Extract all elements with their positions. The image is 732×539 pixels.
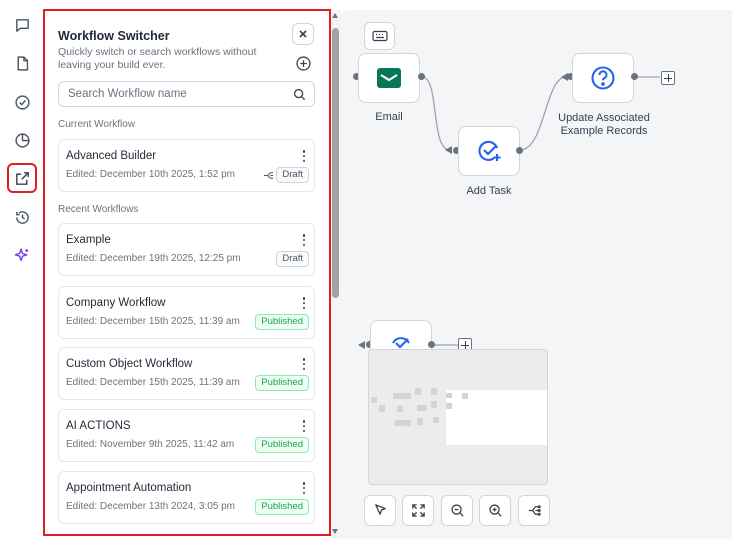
minimap[interactable] — [368, 349, 548, 485]
workflow-edited: Edited: December 19th 2025, 12:25 pm — [66, 253, 241, 264]
chat-button[interactable] — [7, 10, 37, 40]
recent-workflow-card[interactable]: Company Workflow Edited: December 15th 2… — [58, 286, 315, 339]
workflow-name: Advanced Builder — [66, 150, 157, 162]
sparkles-icon — [14, 247, 28, 261]
document-icon — [17, 55, 28, 71]
recent-workflow-card[interactable]: Example Edited: December 19th 2025, 12:2… — [58, 223, 315, 276]
workflow-name: Company Workflow — [66, 297, 166, 309]
more-options-icon[interactable] — [300, 233, 308, 247]
workflow-edited: Edited: December 15th 2025, 11:39 am — [66, 377, 240, 388]
recent-workflow-card[interactable]: Appointment Automation Edited: December … — [58, 471, 315, 524]
search-icon[interactable] — [293, 88, 306, 101]
update-node-label: Update Associated Example Records — [548, 112, 660, 138]
search-box — [58, 81, 315, 107]
recent-workflow-card[interactable]: Custom Object Workflow Edited: December … — [58, 347, 315, 400]
workflow-edited: Edited: December 15th 2025, 11:39 am — [66, 316, 240, 327]
node-port[interactable] — [418, 73, 425, 80]
workflow-edited: Edited: November 9th 2025, 11:42 am — [66, 439, 235, 450]
history-icon — [15, 210, 29, 224]
check-button[interactable] — [7, 87, 37, 117]
zoom-in-button[interactable] — [479, 495, 511, 526]
workflow-name: Appointment Automation — [66, 482, 192, 494]
zoom-out-button[interactable] — [441, 495, 473, 526]
node-port[interactable] — [516, 147, 523, 154]
workflow-name: AI ACTIONS — [66, 420, 131, 432]
add-circle-icon — [295, 55, 311, 71]
scrollbar-thumb[interactable] — [332, 28, 339, 298]
scroll-up-icon[interactable] — [332, 13, 338, 18]
add-task-node-label: Add Task — [466, 185, 512, 197]
keyboard-shortcuts-button[interactable] — [364, 22, 395, 50]
workflow-builder: Workflow Switcher Quickly switch or sear… — [0, 0, 732, 539]
expand-icon — [411, 504, 425, 517]
status-badge: Draft — [276, 167, 309, 183]
update-node-label-line1: Update Associated — [558, 112, 650, 124]
workflow-name: Custom Object Workflow — [66, 358, 193, 370]
keyboard-icon — [371, 30, 388, 42]
node-port[interactable] — [428, 341, 435, 348]
external-link-icon — [15, 171, 29, 185]
more-options-icon[interactable] — [300, 481, 308, 495]
more-options-icon[interactable] — [300, 357, 308, 371]
current-workflow-label: Current Workflow — [58, 119, 136, 130]
email-node[interactable] — [358, 53, 420, 103]
chat-icon — [15, 18, 29, 32]
scroll-down-icon[interactable] — [332, 529, 338, 534]
ai-button[interactable] — [7, 240, 37, 270]
fit-view-button[interactable] — [402, 495, 434, 526]
zoom-in-icon — [488, 504, 502, 517]
check-circle-icon — [14, 94, 30, 110]
add-step-button[interactable] — [661, 71, 675, 85]
task-node-partial[interactable] — [370, 320, 432, 349]
workflow-edited: Edited: December 13th 2024, 3:05 pm — [66, 501, 235, 512]
status-badge: Published — [255, 375, 309, 391]
add-task-node[interactable] — [458, 126, 520, 176]
status-badge: Published — [255, 437, 309, 453]
email-icon — [377, 68, 401, 88]
status-badge: Draft — [276, 251, 309, 267]
update-node-label-line2: Example Records — [560, 125, 648, 137]
workflow-switcher-panel: Workflow Switcher Quickly switch or sear… — [43, 9, 331, 536]
workflow-edited: Edited: December 10th 2025, 1:52 pm — [66, 169, 235, 180]
panel-title: Workflow Switcher — [58, 29, 170, 43]
workflow-switcher-button[interactable] — [7, 163, 37, 193]
auto-layout-button[interactable] — [518, 495, 550, 526]
recent-workflows-label: Recent Workflows — [58, 204, 139, 215]
close-icon — [299, 30, 307, 38]
more-options-icon[interactable] — [300, 296, 308, 310]
status-badge: Published — [255, 314, 309, 330]
email-node-label: Email — [375, 111, 403, 123]
panel-subtitle: Quickly switch or search workflows witho… — [58, 46, 257, 71]
status-badge: Published — [255, 499, 309, 515]
document-button[interactable] — [7, 48, 37, 78]
workflow-name: Example — [66, 234, 111, 246]
more-options-icon[interactable] — [300, 419, 308, 433]
cursor-icon — [374, 504, 386, 515]
select-tool-button[interactable] — [364, 495, 396, 526]
branch-icon — [263, 172, 274, 179]
branch-icon — [528, 505, 541, 516]
pie-chart-icon — [14, 132, 30, 148]
search-input[interactable] — [59, 82, 284, 106]
more-options-icon[interactable] — [300, 149, 308, 163]
history-button[interactable] — [7, 202, 37, 232]
current-workflow-card[interactable]: Advanced Builder Edited: December 10th 2… — [58, 139, 315, 192]
left-rail — [0, 0, 43, 539]
zoom-out-icon — [450, 504, 464, 517]
update-records-node[interactable] — [572, 53, 634, 103]
question-icon — [591, 66, 615, 90]
add-task-icon — [392, 337, 410, 349]
recent-workflow-card[interactable]: AI ACTIONS Edited: November 9th 2025, 11… — [58, 409, 315, 462]
close-button[interactable] — [292, 23, 314, 45]
add-workflow-button[interactable] — [292, 52, 314, 74]
node-port[interactable] — [631, 73, 638, 80]
analytics-button[interactable] — [7, 125, 37, 155]
add-task-icon — [478, 140, 501, 161]
